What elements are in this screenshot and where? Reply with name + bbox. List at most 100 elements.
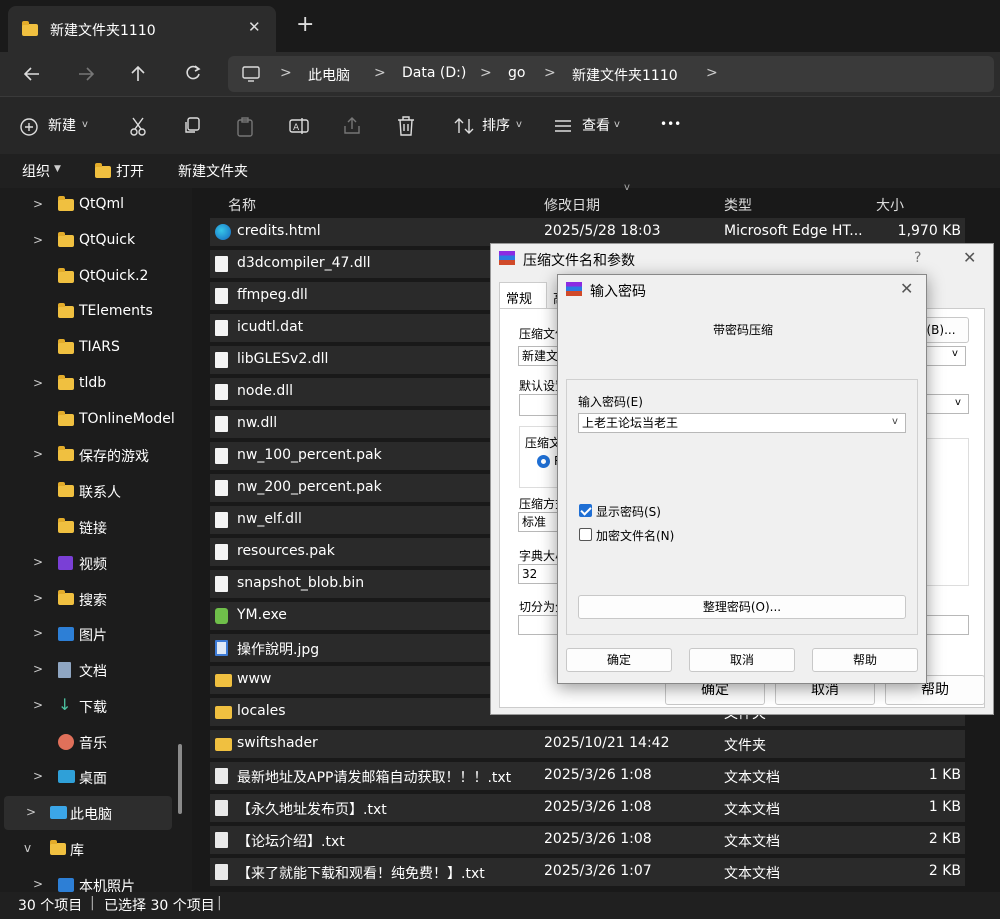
- profiles-button[interactable]: [519, 394, 559, 416]
- sidebar-item[interactable]: > QtQml: [0, 188, 192, 222]
- file-name: swiftshader: [237, 735, 318, 751]
- chevron-down-icon[interactable]: v: [952, 348, 958, 359]
- sidebar-item[interactable]: QtQuick.2: [0, 260, 192, 294]
- cut-icon[interactable]: [129, 117, 147, 137]
- chevron-down-icon[interactable]: v: [955, 397, 961, 408]
- sidebar-item[interactable]: TIARS: [0, 331, 192, 365]
- chevron-right-icon[interactable]: >: [33, 555, 43, 569]
- table-row[interactable]: swiftshader 2025/10/21 14:42 文件夹: [210, 730, 965, 758]
- chevron-right-icon[interactable]: >: [33, 197, 43, 211]
- sidebar-scrollbar[interactable]: [178, 744, 182, 814]
- more-options-icon[interactable]: •••: [660, 117, 681, 131]
- sidebar-item[interactable]: 音乐: [0, 725, 192, 759]
- radio-rar[interactable]: [537, 455, 550, 468]
- tab-active[interactable]: 新建文件夹1110 ✕: [8, 6, 276, 52]
- chevron-right-icon[interactable]: >: [33, 662, 43, 676]
- chevron-right-icon[interactable]: >: [33, 376, 43, 390]
- back-arrow-icon[interactable]: [24, 67, 40, 81]
- table-row[interactable]: credits.html 2025/5/28 18:03 Microsoft Edg…: [210, 218, 965, 246]
- file-type: 文件夹: [724, 738, 766, 754]
- toolbar: 新建 v A 排序 v 查看 v •••: [0, 96, 1000, 154]
- chevron-right-icon[interactable]: >: [26, 805, 36, 819]
- tab-general[interactable]: 常规: [499, 282, 547, 308]
- sidebar-item[interactable]: > 保存的游戏: [0, 438, 192, 472]
- delete-icon[interactable]: [397, 116, 415, 136]
- share-icon[interactable]: [343, 117, 361, 135]
- sidebar-item-label: tldb: [79, 375, 107, 391]
- sidebar-item[interactable]: > 本机照片: [0, 868, 192, 892]
- sidebar-item[interactable]: 联系人: [0, 474, 192, 508]
- up-arrow-icon[interactable]: [131, 65, 145, 81]
- breadcrumb-item[interactable]: Data (D:): [402, 65, 466, 81]
- help-button[interactable]: 帮助: [812, 648, 918, 672]
- dictionary-select[interactable]: 32: [518, 564, 558, 584]
- address-bar[interactable]: > 此电脑 > Data (D:) > go > 新建文件夹1110 >: [228, 56, 994, 92]
- sidebar-item[interactable]: TOnlineModel: [0, 403, 192, 437]
- sidebar-item[interactable]: > 图片: [0, 617, 192, 651]
- sidebar-item-label: QtQml: [79, 196, 125, 212]
- new-button[interactable]: 新建: [48, 115, 76, 135]
- breadcrumb-item[interactable]: 此电脑: [308, 65, 350, 85]
- column-date[interactable]: 修改日期: [544, 195, 600, 215]
- paste-icon[interactable]: [236, 117, 254, 137]
- breadcrumb-item[interactable]: 新建文件夹1110: [572, 65, 678, 85]
- organize-button[interactable]: 组织: [22, 161, 50, 181]
- column-type[interactable]: 类型: [724, 195, 752, 215]
- password-dialog: 输入密码 ✕ 带密码压缩 输入密码(E) 上老王论坛当老王 v 显示密码(S) …: [557, 274, 927, 684]
- close-icon[interactable]: ✕: [900, 279, 913, 298]
- table-row[interactable]: 【来了就能下载和观看！纯免费！】.txt 2025/3/26 1:07 文本文档 2 …: [210, 858, 965, 886]
- table-row[interactable]: 【永久地址发布页】.txt 2025/3/26 1:08 文本文档 1 KB: [210, 794, 965, 822]
- chevron-down-icon[interactable]: v: [892, 416, 898, 427]
- chevron-right-icon[interactable]: >: [706, 65, 718, 81]
- chevron-right-icon[interactable]: >: [33, 877, 43, 891]
- new-tab-button[interactable]: +: [296, 12, 314, 37]
- method-select[interactable]: 标准: [518, 512, 558, 532]
- sidebar-item-selected[interactable]: > 此电脑: [4, 796, 172, 830]
- sort-button[interactable]: 排序: [482, 115, 510, 135]
- rename-icon[interactable]: A: [289, 117, 309, 135]
- organize-passwords-button[interactable]: 整理密码(O)...: [578, 595, 906, 619]
- chevron-right-icon[interactable]: >: [33, 447, 43, 461]
- file-type: 文本文档: [724, 866, 780, 882]
- forward-arrow-icon[interactable]: [78, 67, 94, 81]
- chevron-right-icon[interactable]: >: [33, 698, 43, 712]
- sidebar-item[interactable]: > 视频: [0, 546, 192, 580]
- show-password-checkbox[interactable]: [579, 504, 592, 517]
- view-button[interactable]: 查看: [582, 115, 610, 135]
- encrypt-filenames-checkbox[interactable]: [579, 528, 592, 541]
- sidebar-item-label: 本机照片: [79, 879, 135, 892]
- file-name: d3dcompiler_47.dll: [237, 255, 371, 271]
- table-row[interactable]: 最新地址及APP请发邮箱自动获取！！！.txt 2025/3/26 1:08 文本文…: [210, 762, 965, 790]
- tab-close-icon[interactable]: ✕: [248, 18, 261, 36]
- refresh-icon[interactable]: [185, 65, 201, 81]
- sidebar-item[interactable]: > 文档: [0, 653, 192, 687]
- chevron-right-icon[interactable]: >: [33, 233, 43, 247]
- cancel-button[interactable]: 取消: [689, 648, 795, 672]
- sidebar-item[interactable]: > 桌面: [0, 760, 192, 794]
- sidebar-item[interactable]: 链接: [0, 510, 192, 544]
- folder-icon: [50, 840, 66, 855]
- sidebar-item[interactable]: > QtQuick: [0, 224, 192, 258]
- sidebar-item[interactable]: v库: [0, 832, 192, 866]
- split-input[interactable]: [518, 615, 558, 635]
- new-folder-button[interactable]: 新建文件夹: [178, 161, 248, 181]
- chevron-down-icon[interactable]: v: [24, 841, 31, 855]
- column-name[interactable]: 名称: [228, 195, 256, 215]
- breadcrumb-item[interactable]: go: [508, 65, 525, 81]
- status-separator: |: [217, 895, 222, 911]
- open-button[interactable]: 打开: [116, 161, 144, 181]
- column-size[interactable]: 大小: [876, 195, 904, 215]
- chevron-right-icon[interactable]: >: [33, 591, 43, 605]
- sidebar-item[interactable]: > 搜索: [0, 582, 192, 616]
- close-icon[interactable]: ✕: [963, 248, 976, 267]
- chevron-right-icon[interactable]: >: [33, 626, 43, 640]
- chevron-right-icon[interactable]: >: [33, 769, 43, 783]
- sidebar-item[interactable]: > tldb: [0, 367, 192, 401]
- copy-icon[interactable]: [183, 117, 201, 135]
- ok-button[interactable]: 确定: [566, 648, 672, 672]
- help-icon[interactable]: ?: [914, 250, 921, 266]
- sidebar-item[interactable]: > ↓ 下载: [0, 689, 192, 723]
- table-row[interactable]: 【论坛介绍】.txt 2025/3/26 1:08 文本文档 2 KB: [210, 826, 965, 854]
- password-input[interactable]: 上老王论坛当老王: [578, 413, 906, 433]
- sidebar-item[interactable]: TElements: [0, 295, 192, 329]
